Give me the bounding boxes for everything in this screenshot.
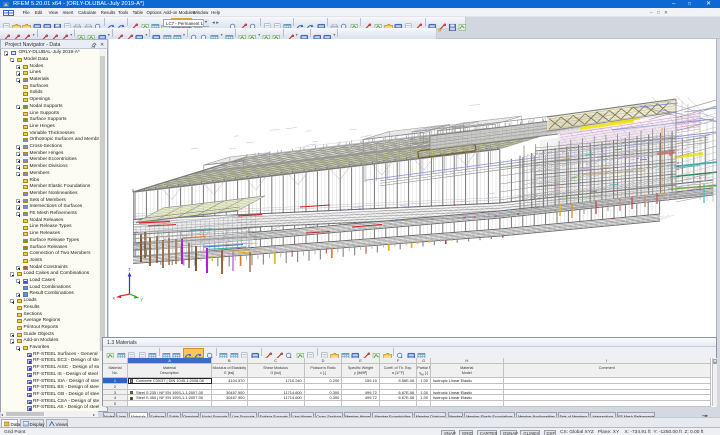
svg-text:x: x: [113, 295, 116, 300]
svg-text:z: z: [128, 267, 131, 272]
svg-text:y: y: [141, 297, 144, 302]
